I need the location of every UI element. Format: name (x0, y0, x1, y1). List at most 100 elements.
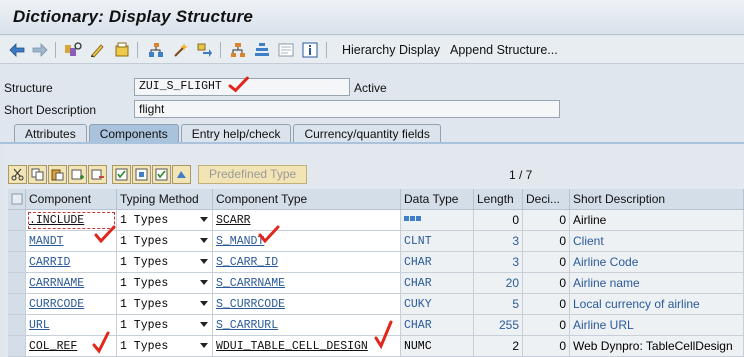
typing-method-value: 1 Types (120, 339, 169, 353)
component-name[interactable]: CURRCODE (29, 298, 84, 311)
table-row[interactable]: MANDT 1 Types S_MANDT CLNT 3 0 Client (8, 231, 744, 252)
component-name[interactable]: .INCLUDE (29, 214, 84, 227)
row-selector-header[interactable] (8, 189, 26, 210)
where-used-icon[interactable] (147, 40, 165, 60)
component-type-value[interactable]: S_CARR_ID (216, 256, 278, 269)
copy-icon[interactable] (28, 164, 47, 184)
component-type-cell[interactable]: S_MANDT (213, 231, 401, 252)
component-type-cell[interactable]: WDUI_TABLE_CELL_DESIGN (213, 336, 401, 357)
predefined-type-button[interactable]: Predefined Type (198, 164, 308, 184)
typing-method-cell[interactable]: 1 Types (117, 231, 213, 252)
tab-currency-quantity-fields[interactable]: Currency/quantity fields (293, 124, 441, 143)
column-header-typing-method[interactable]: Typing Method (117, 189, 213, 210)
annotation-check-icon (374, 320, 393, 350)
row-selector[interactable] (8, 210, 26, 231)
component-name[interactable]: COL_REF (29, 340, 77, 353)
dropdown-arrow-icon[interactable] (200, 322, 208, 327)
row-selector[interactable] (8, 315, 26, 336)
tab-components[interactable]: Components (88, 124, 179, 143)
dropdown-arrow-icon[interactable] (200, 259, 208, 264)
row-selector[interactable] (8, 336, 26, 357)
data-type-value: CLNT (404, 234, 432, 248)
typing-method-value: 1 Types (120, 255, 169, 269)
dropdown-arrow-icon[interactable] (200, 280, 208, 285)
back-arrow-icon[interactable] (8, 40, 26, 60)
component-cell[interactable]: CARRNAME (26, 273, 117, 294)
typing-method-cell[interactable]: 1 Types (117, 315, 213, 336)
column-header-decimals[interactable]: Deci... (523, 189, 570, 210)
component-type-cell[interactable]: SCARR (213, 210, 401, 231)
table-row[interactable]: CURRCODE 1 Types S_CURRCODE CUKY 5 0 Loc… (8, 294, 744, 315)
component-type-cell[interactable]: S_CARR_ID (213, 252, 401, 273)
column-header-component[interactable]: Component (26, 189, 117, 210)
component-cell[interactable]: CARRID (26, 252, 117, 273)
component-name[interactable]: CARRNAME (29, 277, 84, 290)
typing-method-value: 1 Types (120, 234, 169, 248)
dropdown-arrow-icon[interactable] (200, 217, 208, 222)
table-row[interactable]: CARRID 1 Types S_CARR_ID CHAR 3 0 Airlin… (8, 252, 744, 273)
tab-attributes[interactable]: Attributes (14, 124, 87, 143)
row-selector[interactable] (8, 273, 26, 294)
find-icon[interactable] (172, 164, 191, 184)
dropdown-arrow-icon[interactable] (200, 343, 208, 348)
component-type-cell[interactable]: S_CARRURL (213, 315, 401, 336)
component-name[interactable]: CARRID (29, 256, 70, 269)
dropdown-arrow-icon[interactable] (200, 238, 208, 243)
dropdown-arrow-icon[interactable] (200, 301, 208, 306)
length-cell: 255 (474, 315, 523, 336)
tab-entry-help-check[interactable]: Entry help/check (180, 124, 292, 143)
column-header-short-description[interactable]: Short Description (570, 189, 744, 210)
short-description-field[interactable]: flight (134, 100, 560, 118)
component-type-value[interactable]: SCARR (216, 214, 251, 227)
choose-icon[interactable] (152, 164, 171, 184)
display-change-icon[interactable] (88, 40, 106, 60)
deselect-icon[interactable] (132, 164, 151, 184)
row-selector[interactable] (8, 231, 26, 252)
length-value: 5 (512, 297, 519, 311)
typing-method-cell[interactable]: 1 Types (117, 252, 213, 273)
component-type-value[interactable]: WDUI_TABLE_CELL_DESIGN (216, 340, 368, 353)
hierarchy-icon[interactable] (229, 40, 247, 60)
hierarchy-display-button[interactable]: Hierarchy Display (340, 40, 442, 60)
typing-method-cell[interactable]: 1 Types (117, 273, 213, 294)
activate-icon[interactable] (113, 40, 131, 60)
documentation-icon[interactable] (277, 40, 295, 60)
length-cell: 2 (474, 336, 523, 357)
column-header-component-type[interactable]: Component Type (213, 189, 401, 210)
short-description-cell: Airline name (570, 273, 744, 294)
delete-row-icon[interactable] (88, 164, 107, 184)
typing-method-cell[interactable]: 1 Types (117, 210, 213, 231)
decimals-value: 0 (559, 297, 566, 311)
row-selector[interactable] (8, 252, 26, 273)
component-name[interactable]: MANDT (29, 235, 64, 248)
short-description-value: Airline (573, 213, 607, 227)
typing-method-cell[interactable]: 1 Types (117, 294, 213, 315)
tree-icon[interactable] (253, 40, 271, 60)
other-object-icon[interactable] (64, 40, 82, 60)
row-selector[interactable] (8, 294, 26, 315)
paste-icon[interactable] (48, 164, 67, 184)
component-name[interactable]: URL (29, 319, 50, 332)
forward-arrow-icon[interactable] (31, 40, 49, 60)
select-all-icon[interactable] (112, 164, 131, 184)
component-type-cell[interactable]: S_CURRCODE (213, 294, 401, 315)
test-icon[interactable] (172, 40, 190, 60)
insert-row-icon[interactable] (68, 164, 87, 184)
data-type-cell (401, 210, 474, 231)
typing-method-cell[interactable]: 1 Types (117, 336, 213, 357)
component-type-cell[interactable]: S_CARRNAME (213, 273, 401, 294)
cut-icon[interactable] (8, 164, 27, 184)
append-structure-button[interactable]: Append Structure... (448, 40, 560, 60)
info-icon[interactable] (301, 40, 319, 60)
column-header-data-type[interactable]: Data Type (401, 189, 474, 210)
data-type-cell: CHAR (401, 273, 474, 294)
component-type-value[interactable]: S_CARRURL (216, 319, 278, 332)
navigate-icon[interactable] (196, 40, 214, 60)
table-row[interactable]: CARRNAME 1 Types S_CARRNAME CHAR 20 0 Ai… (8, 273, 744, 294)
component-cell[interactable]: CURRCODE (26, 294, 117, 315)
table-row[interactable]: .INCLUDE 1 Types SCARR 0 0 Airline (8, 210, 744, 231)
component-type-value[interactable]: S_CARRNAME (216, 277, 285, 290)
structure-icon (404, 214, 422, 227)
column-header-length[interactable]: Length (474, 189, 523, 210)
component-type-value[interactable]: S_CURRCODE (216, 298, 285, 311)
